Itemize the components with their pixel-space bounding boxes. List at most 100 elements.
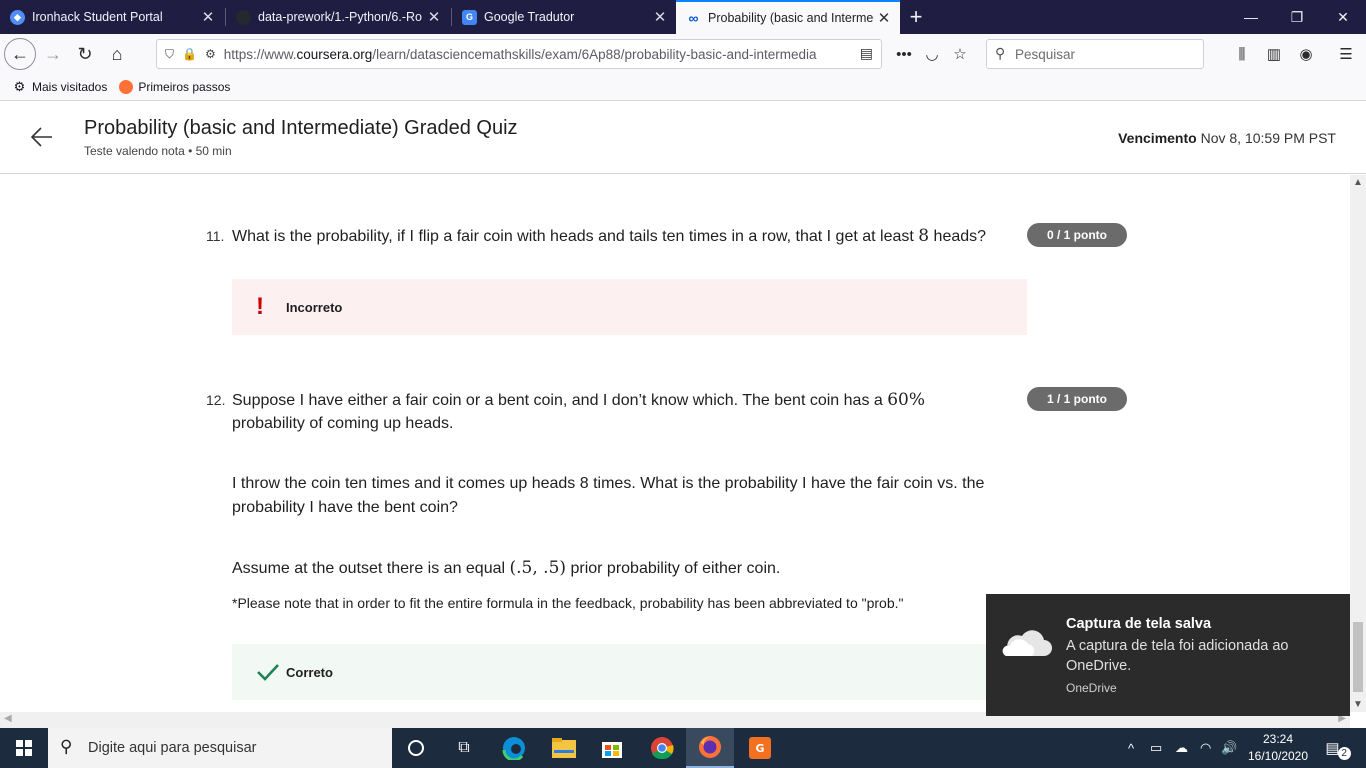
quiz-header: Probability (basic and Intermediate) Gra… <box>0 101 1366 174</box>
feedback-correct: Correto <box>232 644 1027 700</box>
store-icon[interactable] <box>588 728 636 768</box>
url-path: /learn/datasciencemathskills/exam/6Ap88/… <box>372 46 817 62</box>
pocket-icon[interactable]: ◡ <box>920 42 944 66</box>
tab-title: Ironhack Student Portal <box>32 10 163 24</box>
question-text: prior probability of either coin. <box>566 560 781 577</box>
close-window-icon[interactable]: ✕ <box>1320 0 1366 34</box>
gear-icon: ⚙ <box>13 79 26 94</box>
question-text: probability of coming up heads. <box>232 415 454 432</box>
more-actions-icon[interactable]: ••• <box>892 42 916 66</box>
question-text: Assume at the outset there is an equal <box>232 560 510 577</box>
close-icon[interactable]: ✕ <box>874 9 894 27</box>
feedback-label: Correto <box>286 664 333 680</box>
scroll-up-icon[interactable]: ▲ <box>1353 177 1363 188</box>
math-expression: 60% <box>887 390 926 410</box>
windows-taskbar: ⚲ Digite aqui para pesquisar ⧉ G ^ ▭ ☁ ◠… <box>0 728 1366 768</box>
tab-title: Google Tradutor <box>484 10 575 24</box>
bookmark-primeiros-passos[interactable]: Primeiros passos <box>119 80 230 94</box>
close-icon[interactable]: ✕ <box>650 8 670 26</box>
url-prefix: https://www. <box>223 46 297 62</box>
cloud-icon <box>1002 630 1052 656</box>
question-note: *Please note that in order to fit the en… <box>232 595 904 611</box>
bookmark-label: Mais visitados <box>32 80 108 94</box>
chrome-icon[interactable] <box>638 728 686 768</box>
notification-center-icon[interactable]: ▤ 2 <box>1324 728 1352 768</box>
firefox-icon[interactable] <box>686 728 734 768</box>
feedback-incorrect: ! Incorreto <box>232 279 1027 335</box>
pdf-app-icon[interactable]: G <box>736 728 784 768</box>
new-tab-plus-icon[interactable]: + <box>904 0 928 34</box>
close-icon[interactable]: ✕ <box>424 8 444 26</box>
search-icon: ⚲ <box>60 737 73 756</box>
wifi-icon[interactable]: ◠ <box>1200 728 1211 768</box>
question-text: I throw the coin ten times and it comes … <box>232 475 985 492</box>
checkmark-icon <box>257 664 279 681</box>
feedback-label: Incorreto <box>286 299 343 315</box>
page-title: Probability (basic and Intermediate) Gra… <box>84 117 518 139</box>
scrollbar-thumb[interactable] <box>1353 622 1363 692</box>
task-view-icon[interactable]: ⧉ <box>440 728 488 768</box>
tab-github[interactable]: data-prework/1.-Python/6.-Ro ✕ <box>226 0 450 34</box>
question-text: Suppose I have either a fair coin or a b… <box>232 392 888 409</box>
scroll-down-icon[interactable]: ▼ <box>1353 699 1363 710</box>
search-icon: ⚲ <box>995 45 1006 61</box>
cortana-icon[interactable] <box>392 728 440 768</box>
onedrive-cloud-icon[interactable]: ☁ <box>1175 728 1188 768</box>
lock-icon: 🔒 <box>182 47 197 61</box>
notification-source: OneDrive <box>1066 681 1117 695</box>
notification-body: A captura de tela foi adicionada ao OneD… <box>1066 638 1289 674</box>
volume-icon[interactable]: 🔊 <box>1221 728 1237 768</box>
account-icon[interactable]: ◉ <box>1294 42 1318 66</box>
edge-icon[interactable] <box>490 728 538 768</box>
permissions-icon: ⚙ <box>204 47 216 61</box>
coursera-icon: ∞ <box>688 10 699 26</box>
forward-arrow-icon[interactable]: → <box>38 39 68 69</box>
shield-icon: ⛉ <box>165 46 175 61</box>
bookmarks-toolbar: ⚙ Mais visitados Primeiros passos <box>0 74 1366 101</box>
taskbar-search-placeholder: Digite aqui para pesquisar <box>88 740 257 756</box>
bookmark-mais-visitados[interactable]: ⚙ Mais visitados <box>12 79 108 95</box>
file-explorer-icon[interactable] <box>540 728 588 768</box>
tab-title: Probability (basic and Intermed <box>708 11 874 25</box>
url-bar[interactable]: ⛉ 🔒 ⚙ https://www. coursera.org/learn/dat… <box>156 39 882 69</box>
windows-start-icon[interactable] <box>0 728 48 768</box>
vertical-scrollbar[interactable]: ▲ ▼ <box>1350 175 1366 712</box>
github-icon <box>236 9 251 25</box>
show-hidden-icons[interactable]: ^ <box>1128 728 1134 768</box>
due-value: Nov 8, 10:59 PM PST <box>1200 130 1336 146</box>
library-icon[interactable]: ⫼ <box>1230 42 1254 66</box>
math-expression: 8 <box>918 226 930 246</box>
navigation-toolbar: ← → ↻ ⌂ ⛉ 🔒 ⚙ https://www. coursera.org/l… <box>0 34 1366 74</box>
question-number: 11. <box>206 228 225 244</box>
reload-icon[interactable]: ↻ <box>70 39 100 69</box>
notification-title: Captura de tela salva <box>1066 616 1212 632</box>
tab-google-translate[interactable]: G Google Tradutor ✕ <box>452 0 676 34</box>
taskbar-search-input[interactable]: ⚲ Digite aqui para pesquisar <box>48 728 392 768</box>
scroll-left-icon[interactable]: ◀ <box>4 713 12 724</box>
minimize-icon[interactable]: — <box>1228 0 1274 34</box>
quiz-subtitle: Teste valendo nota • 50 min <box>84 144 232 158</box>
points-badge: 0 / 1 ponto <box>1027 223 1127 247</box>
search-input[interactable]: ⚲ Pesquisar <box>986 39 1204 69</box>
home-icon[interactable]: ⌂ <box>102 39 132 69</box>
menu-icon[interactable]: ☰ <box>1334 42 1358 66</box>
sidebar-icon[interactable]: ▥ <box>1262 42 1286 66</box>
reader-view-icon[interactable]: ▤ <box>860 45 873 62</box>
system-clock[interactable]: 23:24 16/10/2020 <box>1240 731 1316 765</box>
tab-ironhack[interactable]: ◆ Ironhack Student Portal ✕ <box>0 0 224 34</box>
battery-icon[interactable]: ▭ <box>1150 728 1162 768</box>
bookmark-label: Primeiros passos <box>138 80 231 94</box>
tab-coursera-quiz[interactable]: ∞ Probability (basic and Intermed ✕ <box>676 0 900 34</box>
back-arrow-icon[interactable] <box>30 125 54 149</box>
bookmark-star-icon[interactable]: ☆ <box>948 42 972 66</box>
svg-text:G: G <box>755 742 764 755</box>
due-label: Vencimento <box>1118 130 1197 146</box>
clock-time: 23:24 <box>1262 732 1294 746</box>
restore-icon[interactable]: ❐ <box>1274 0 1320 34</box>
close-icon[interactable]: ✕ <box>198 8 218 26</box>
onedrive-notification[interactable]: Captura de tela salva A captura de tela … <box>986 594 1350 716</box>
back-arrow-icon[interactable]: ← <box>4 38 36 70</box>
question-11-text: What is the probability, if I flip a fai… <box>232 224 986 249</box>
search-placeholder: Pesquisar <box>1015 46 1076 62</box>
shield-icon: ◆ <box>10 9 25 25</box>
